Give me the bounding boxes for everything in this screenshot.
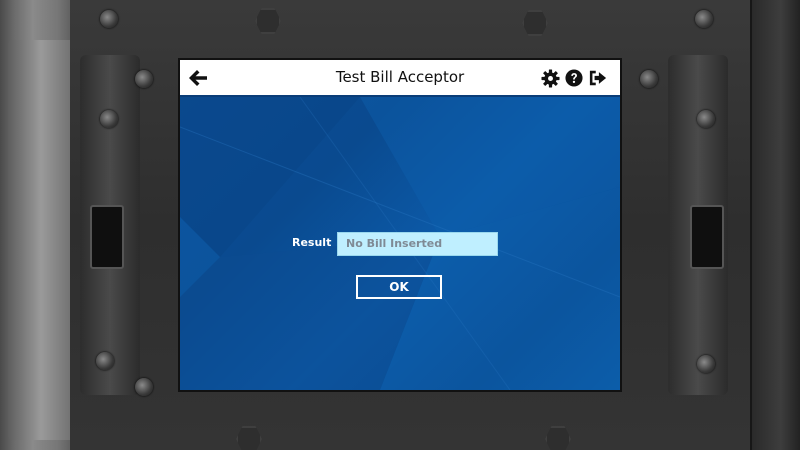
result-label: Result: [292, 236, 332, 249]
left-rail-edge: [8, 40, 74, 440]
help-button[interactable]: [564, 68, 584, 88]
kiosk-scene: Test Bill Acceptor Result No Bill Insert…: [0, 0, 800, 450]
screw-icon: [96, 352, 114, 370]
right-metal-rail: [752, 0, 800, 450]
screw-icon: [135, 378, 153, 396]
gear-icon: [540, 68, 560, 88]
title-bar: Test Bill Acceptor: [180, 60, 620, 97]
sign-out-icon: [589, 70, 607, 86]
settings-button[interactable]: [540, 68, 560, 88]
screw-icon: [697, 110, 715, 128]
screw-icon: [695, 10, 713, 28]
screw-icon: [135, 70, 153, 88]
screw-icon: [640, 70, 658, 88]
left-slot: [90, 205, 124, 269]
result-field: No Bill Inserted: [337, 232, 498, 256]
app-window: Test Bill Acceptor: [180, 60, 620, 390]
ok-button[interactable]: OK: [356, 275, 442, 299]
back-button[interactable]: [186, 66, 210, 90]
screw-icon: [100, 10, 118, 28]
exit-button[interactable]: [588, 68, 608, 88]
right-slot: [690, 205, 724, 269]
screw-icon: [697, 355, 715, 373]
arrow-left-icon: [189, 70, 207, 86]
screw-icon: [100, 110, 118, 128]
question-circle-icon: [565, 69, 583, 87]
